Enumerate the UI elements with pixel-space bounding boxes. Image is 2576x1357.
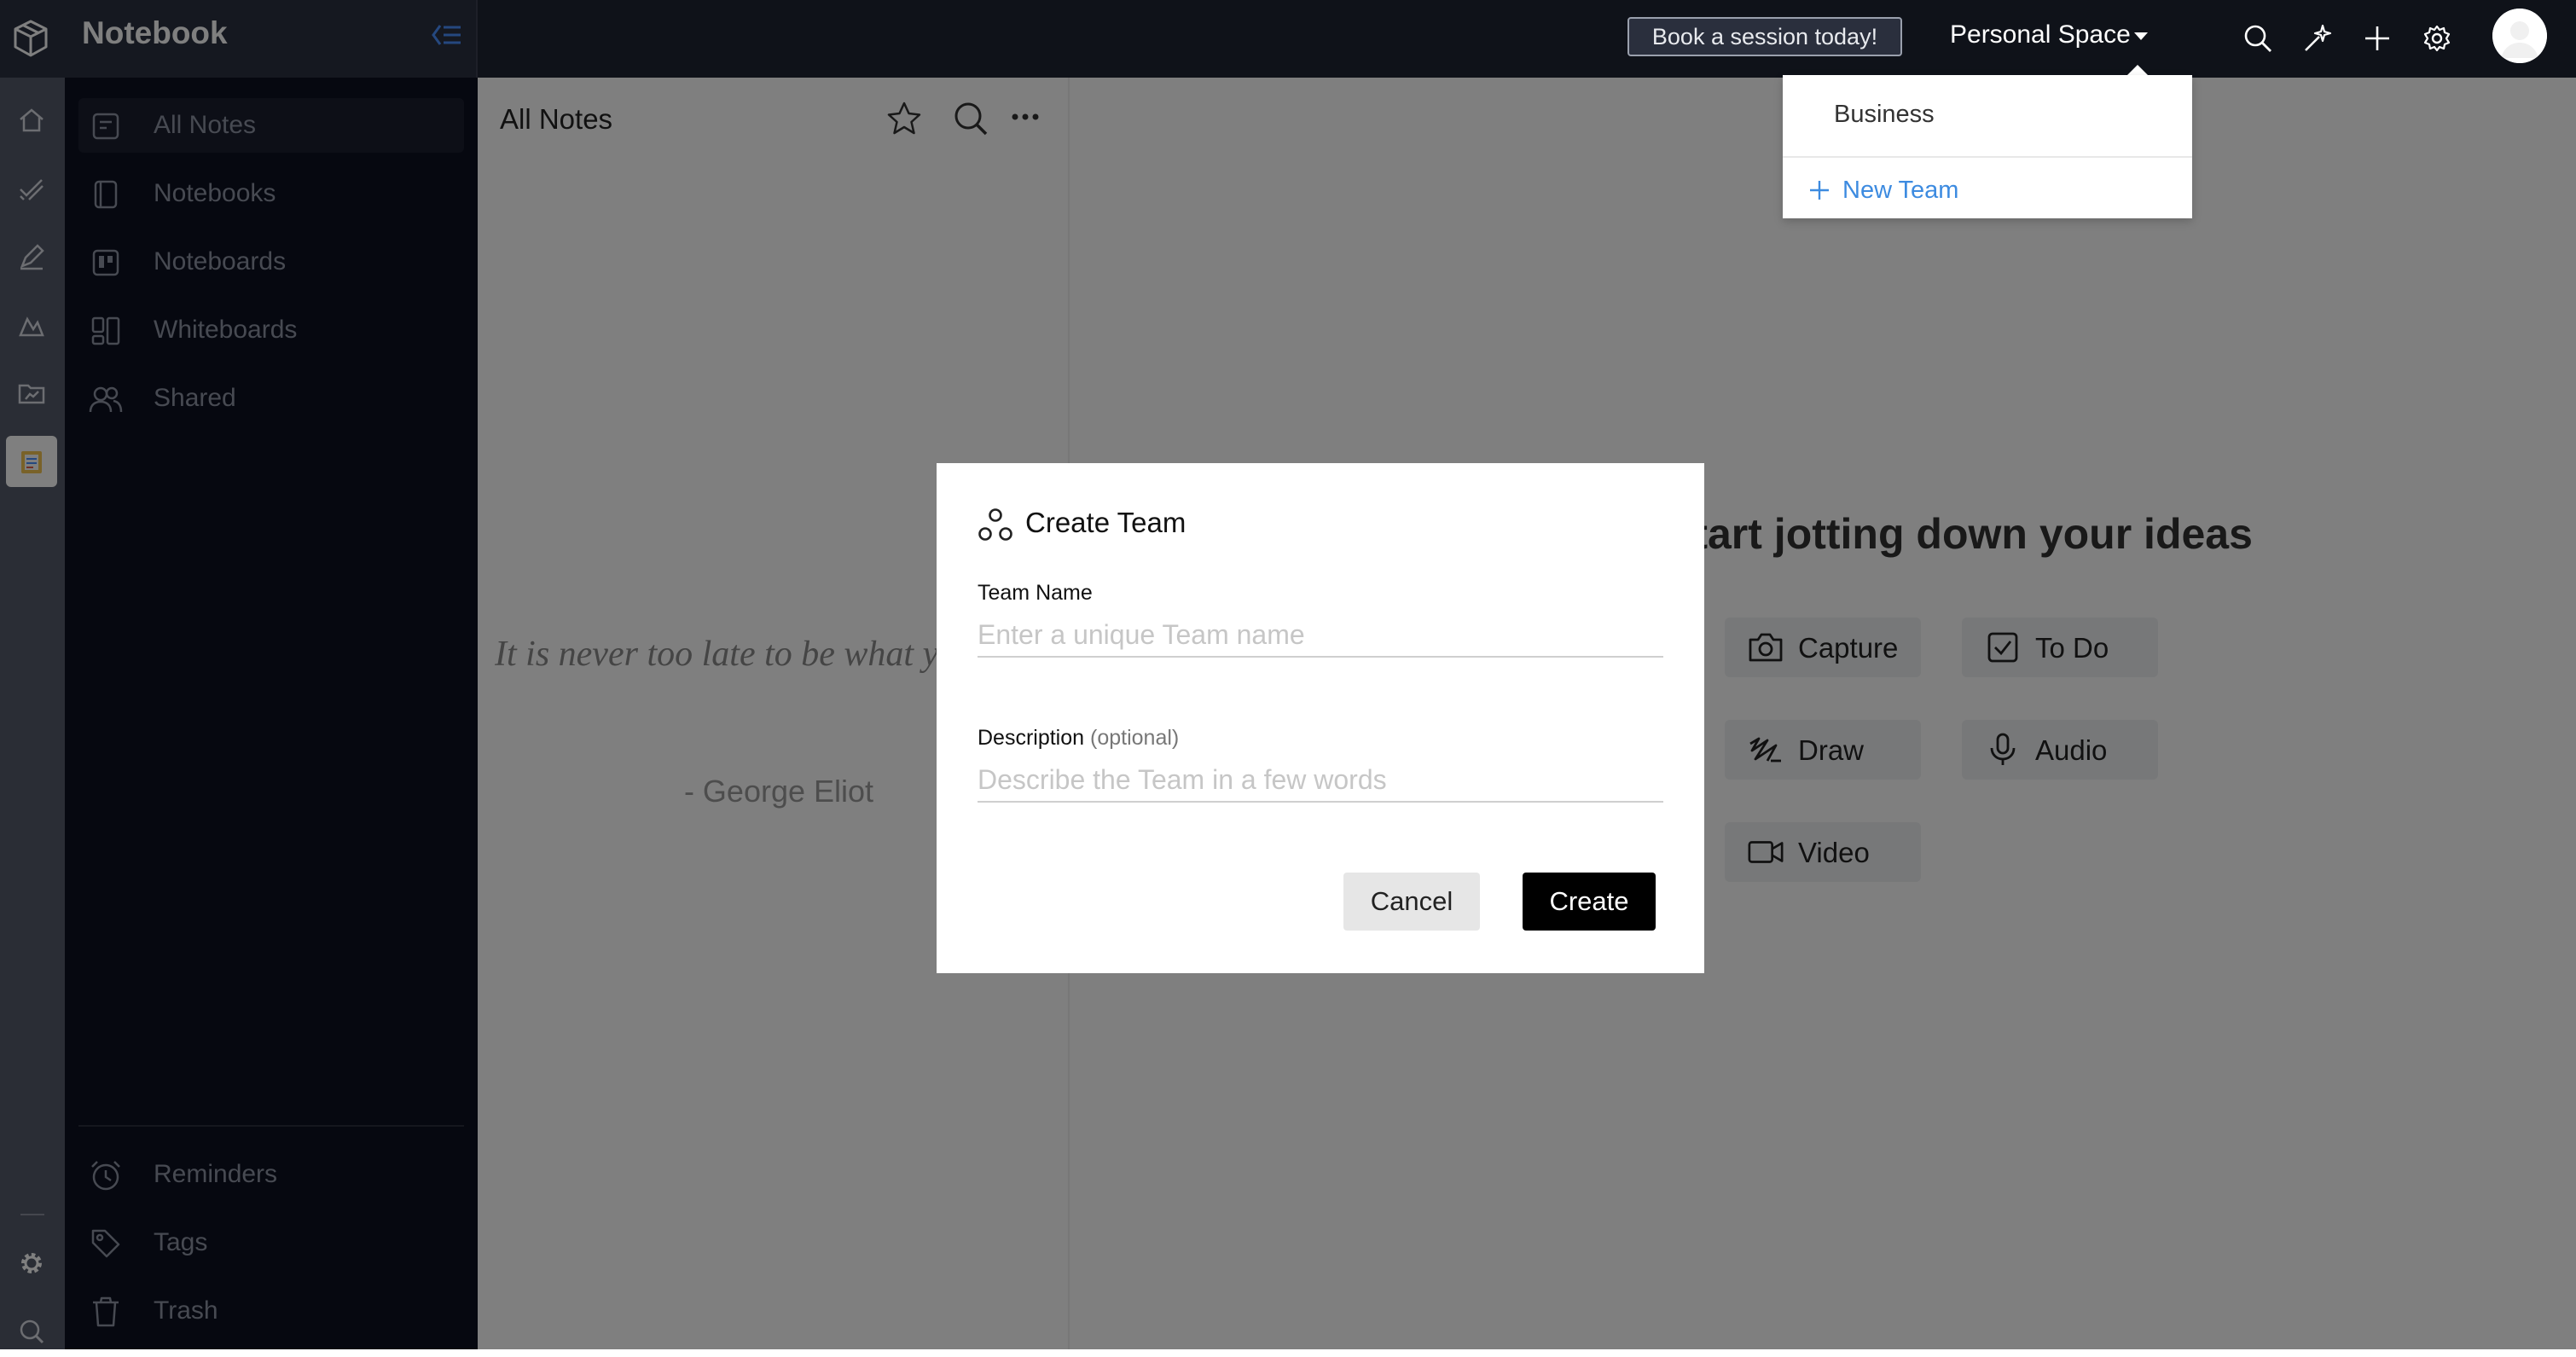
ai-sparkle-icon[interactable] bbox=[2298, 19, 2337, 58]
create-button[interactable]: Create bbox=[1523, 873, 1656, 931]
team-icon bbox=[978, 507, 1013, 543]
book-session-button[interactable]: Book a session today! bbox=[1627, 17, 1902, 56]
description-input[interactable] bbox=[978, 758, 1663, 803]
space-selector[interactable]: Personal Space bbox=[1950, 20, 2131, 49]
settings-gear-icon[interactable] bbox=[2417, 19, 2457, 58]
team-name-label: Team Name bbox=[978, 581, 1093, 605]
menu-divider bbox=[1783, 156, 2192, 158]
search-icon[interactable] bbox=[2238, 19, 2277, 58]
description-label: Description (optional) bbox=[978, 726, 1179, 751]
team-name-input[interactable] bbox=[978, 613, 1663, 658]
space-dropdown-menu: Business New Team bbox=[1783, 75, 2192, 218]
optional-hint: (optional) bbox=[1090, 726, 1180, 750]
cancel-button[interactable]: Cancel bbox=[1343, 873, 1480, 931]
dialog-title: Create Team bbox=[1025, 507, 1186, 538]
menu-item-business[interactable]: Business bbox=[1834, 101, 1935, 129]
create-team-dialog: Create Team Team Name Description (optio… bbox=[937, 463, 1704, 973]
caret-down-icon[interactable] bbox=[2134, 32, 2148, 40]
dropdown-arrow bbox=[2127, 65, 2148, 75]
new-team-button[interactable]: New Team bbox=[1808, 171, 1958, 210]
add-icon[interactable] bbox=[2358, 19, 2397, 58]
description-label-text: Description bbox=[978, 726, 1085, 750]
plus-icon bbox=[1808, 179, 1830, 201]
new-team-label: New Team bbox=[1842, 176, 1959, 204]
user-avatar[interactable] bbox=[2492, 9, 2547, 63]
